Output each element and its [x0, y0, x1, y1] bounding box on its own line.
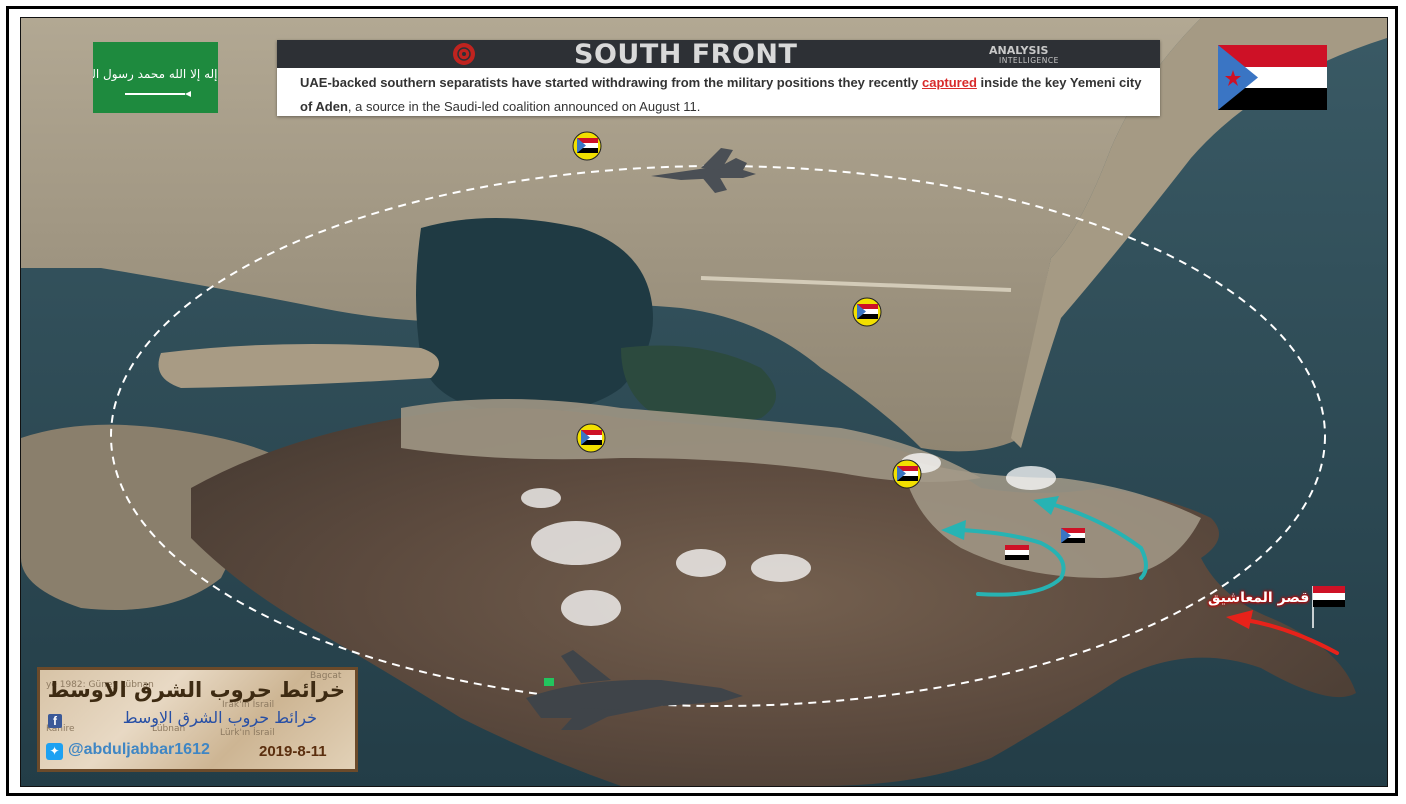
map-date: 2019-8-11 [259, 743, 327, 760]
author-watermark: ye 1982: Güney Lübnan Irak'ın İsrail Bag… [37, 667, 358, 772]
south-flag-marker-east[interactable] [852, 297, 882, 327]
south-yemen-flag-icon [1218, 45, 1327, 110]
banner-headline: UAE-backed southern separatists have sta… [277, 68, 1160, 119]
saudi-flag-icon: لا إله إلا الله محمد رسول الله [82, 42, 228, 113]
south-flag-marker-crater[interactable] [892, 459, 922, 489]
captured-link[interactable]: captured [922, 75, 977, 90]
yemen-flag-small-2 [1061, 528, 1085, 543]
news-banner: SOUTH FRONT ANALYSIS INTELLIGENCE UAE-ba… [277, 40, 1160, 116]
yemen-flag-palace [1313, 586, 1345, 607]
headline-part3: , a source in the Saudi-led coalition an… [347, 99, 701, 114]
south-flag-marker-north[interactable] [572, 131, 602, 161]
palace-label: قصر المعاشيق [1208, 590, 1310, 606]
watermark-title-arabic: خرائط حروب الشرق الاوسط [47, 678, 345, 702]
headline-part2: inside [976, 75, 1022, 90]
twitter-handle[interactable]: @abduljabbar1612 [68, 741, 210, 759]
headline-part1: UAE-backed southern separatists have sta… [300, 75, 922, 90]
south-flag-marker-center[interactable] [576, 423, 606, 453]
brand-subtitle-intelligence: INTELLIGENCE [999, 56, 1059, 65]
watermark-bg-text-6: Lürk'ın İsrail [220, 728, 275, 738]
banner-header: SOUTH FRONT ANALYSIS INTELLIGENCE [277, 39, 1160, 70]
yemen-flag-small-1 [1005, 545, 1029, 560]
twitter-icon[interactable]: ✦ [46, 743, 63, 760]
watermark-subtitle-arabic: خرائط حروب الشرق الاوسط [122, 708, 317, 727]
facebook-icon[interactable]: f [48, 714, 62, 728]
brand-title: SOUTH FRONT [574, 39, 798, 70]
saudi-flag-script: لا إله إلا الله محمد رسول الله [93, 67, 218, 82]
southfront-logo-icon [453, 43, 475, 65]
inner-bay [416, 218, 653, 414]
